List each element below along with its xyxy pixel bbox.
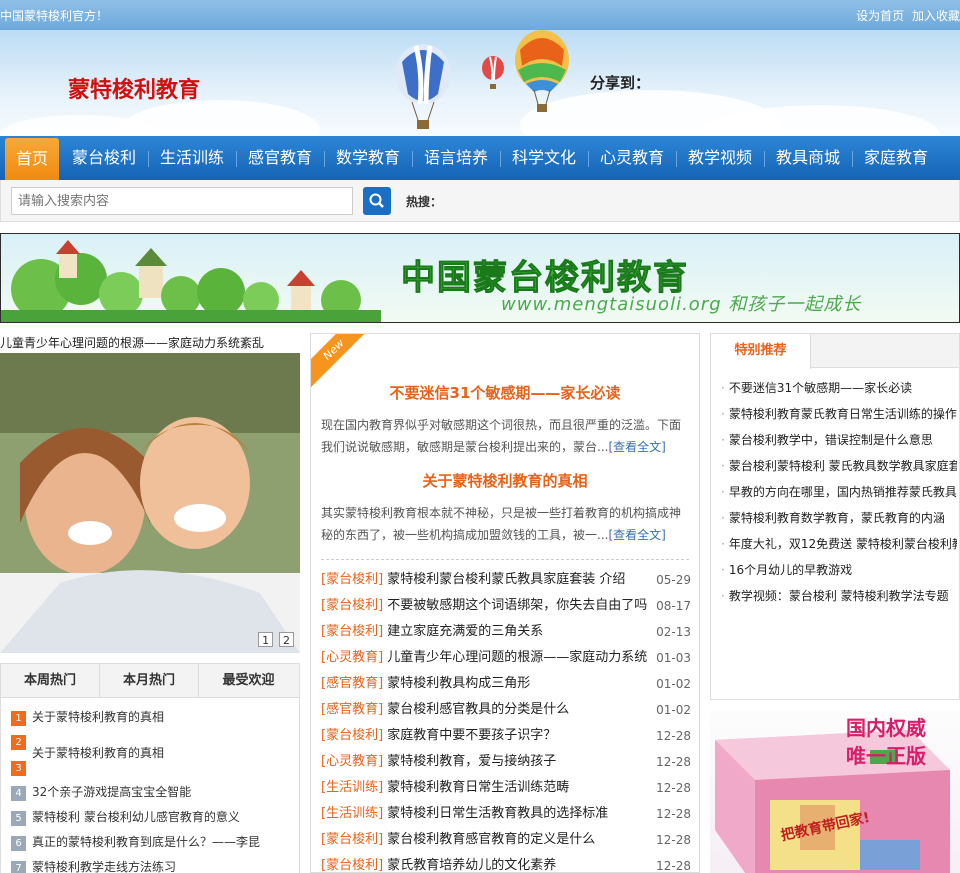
news-row[interactable]: [蒙台梭利] 蒙台梭利教育感官教育的定义是什么 12-28	[321, 827, 691, 853]
list-item[interactable]: · 年度大礼，双12免费送 蒙特梭利蒙台梭利教具	[721, 535, 957, 552]
banner-subtitle: www.mengtaisuoli.org 和孩子一起成长	[501, 294, 862, 315]
promo-banner[interactable]: 中国蒙台梭利教育 www.mengtaisuoli.org 和孩子一起成长	[0, 233, 960, 323]
search-input[interactable]	[11, 187, 353, 215]
nav-item-shop[interactable]: 教具商城	[766, 136, 850, 180]
list-item[interactable]: · 蒙特梭利教育数学教育，蒙氏教育的内涵	[721, 509, 957, 526]
featured-summary-1: 现在国内教育界似乎对敏感期这个词很热，而且很严重的泛滥。下面我们说说敏感期，敏感…	[321, 418, 682, 454]
list-item[interactable]: · 16个月幼儿的早教游戏	[721, 561, 957, 578]
top-links: 设为首页 加入收藏	[852, 7, 960, 24]
slideshow-page-1[interactable]: 1	[258, 632, 274, 647]
featured-column: New 不要迷信31个敏感期——家长必读 现在国内教育界似乎对敏感期这个词很热，…	[310, 333, 700, 873]
tab-most-popular[interactable]: 最受欢迎	[199, 664, 298, 698]
featured-summary-2: 其实蒙特梭利教育根本就不神秘，只是被一些打着教育的机构搞成神秘的东西了，被一些机…	[321, 506, 682, 542]
list-item[interactable]: 5 蒙特梭利 蒙台梭利幼儿感官教育的意义	[11, 808, 240, 826]
list-item[interactable]: · 早教的方向在哪里，国内热销推荐蒙氏教具	[721, 483, 957, 500]
balloon-red-icon	[482, 56, 504, 89]
list-item[interactable]: · 蒙特梭利教育蒙氏教育日常生活训练的操作	[721, 405, 957, 422]
nav-item-language[interactable]: 语言培养	[414, 136, 498, 180]
list-item[interactable]: 1 关于蒙特梭利教育的真相	[11, 708, 164, 726]
recommend-tabs: 特别推荐	[711, 334, 959, 369]
site-tagline: 中国蒙特梭利官方！	[0, 9, 109, 23]
add-favorite-link[interactable]: 加入收藏	[912, 9, 960, 23]
tab-monthly-hot[interactable]: 本月热门	[100, 664, 199, 698]
nav-item-science[interactable]: 科学文化	[502, 136, 586, 180]
nav-item-spiritual[interactable]: 心灵教育	[590, 136, 674, 180]
list-item[interactable]: · 教学视频：蒙台梭利 蒙特梭利教学法专题	[721, 587, 957, 604]
list-item[interactable]: · 蒙台梭利蒙特梭利 蒙氏教具数学教具家庭套装	[721, 457, 957, 474]
list-item[interactable]: 6 真正的蒙特梭利教育到底是什么？——李昆	[11, 833, 260, 851]
news-row[interactable]: [蒙台梭利] 蒙氏教育培养幼儿的文化素养 12-28	[321, 853, 691, 872]
nav-item-montessori[interactable]: 蒙台梭利	[62, 136, 146, 180]
site-logo[interactable]: 蒙特梭利教育	[68, 72, 200, 104]
news-row[interactable]: [心灵教育] 儿童青少年心理问题的根源——家庭动力系统 01-03	[321, 645, 691, 671]
nav-item-home[interactable]: 首页	[5, 138, 59, 180]
balloon-rainbow-icon	[515, 30, 569, 112]
new-ribbon: New	[311, 334, 373, 389]
share-label: 分享到：	[590, 74, 651, 92]
news-row[interactable]: [蒙台梭利] 不要被敏感期这个词语绑架，你失去自由了吗 08-17	[321, 593, 691, 619]
list-item[interactable]: 关于蒙特梭利教育的真相	[11, 744, 164, 761]
main-nav: 首页 蒙台梭利 生活训练 感官教育 数学教育 语言培养 科学文化 心灵教育 教学…	[0, 136, 960, 180]
list-item[interactable]: 4 32个亲子游戏提高宝宝全智能	[11, 783, 191, 801]
nav-item-sensory[interactable]: 感官教育	[238, 136, 322, 180]
hot-search-label: 热搜：	[406, 195, 443, 209]
search-bar: 热搜：	[0, 180, 960, 222]
news-row[interactable]: [生活训练] 蒙特梭利教育日常生活训练范畴 12-28	[321, 775, 691, 801]
top-bar: 中国蒙特梭利官方！ 设为首页 加入收藏	[0, 0, 960, 30]
search-icon	[369, 193, 384, 208]
page: 中国蒙特梭利官方！ 设为首页 加入收藏 蒙特梭利教育 分享到： 首页 蒙台梭利 …	[0, 0, 960, 873]
list-item[interactable]: 7 蒙特梭利教学走线方法练习	[11, 858, 176, 873]
slideshow-page-2[interactable]: 2	[279, 632, 294, 647]
balloon-blue-icon	[395, 44, 451, 129]
news-row[interactable]: [蒙台梭利] 家庭教育中要不要孩子识字？ 12-28	[321, 723, 691, 749]
list-item[interactable]: · 蒙台梭利教学中，错误控制是什么意思	[721, 431, 957, 448]
product-headline-2: 唯一正版	[846, 744, 926, 768]
tab-special-recommend[interactable]: 特别推荐	[711, 334, 811, 369]
featured-title-2[interactable]: 关于蒙特梭利教育的真相	[311, 470, 699, 491]
slideshow-image[interactable]: 1 2	[0, 353, 300, 653]
nav-item-family[interactable]: 家庭教育	[854, 136, 938, 180]
read-more-link[interactable]: [查看全文]	[608, 440, 665, 454]
nav-item-math[interactable]: 数学教育	[326, 136, 410, 180]
news-row[interactable]: [心灵教育] 蒙特梭利教育，爱与接纳孩子 12-28	[321, 749, 691, 775]
children-photo	[0, 353, 300, 653]
news-row[interactable]: [感官教育] 蒙台梭利感官教具的分类是什么 01-02	[321, 697, 691, 723]
nav-item-video[interactable]: 教学视频	[678, 136, 762, 180]
hot-tabs: 本周热门 本月热门 最受欢迎	[1, 664, 299, 698]
tab-weekly-hot[interactable]: 本周热门	[1, 664, 100, 698]
recommend-box: 特别推荐 · 不要迷信31个敏感期——家长必读 · 蒙特梭利教育蒙氏教育日常生活训练…	[710, 333, 960, 700]
read-more-link[interactable]: [查看全文]	[608, 528, 665, 542]
site-header: 蒙特梭利教育 分享到：	[0, 30, 960, 136]
slideshow-pager: 1 2	[256, 632, 294, 647]
slideshow-caption[interactable]: 儿童青少年心理问题的根源——家庭动力系统紊乱	[0, 333, 300, 353]
set-home-link[interactable]: 设为首页	[856, 9, 904, 23]
news-row[interactable]: [蒙台梭利] 蒙特梭利蒙台梭利蒙氏教具家庭套装 介绍 05-29	[321, 567, 691, 593]
hot-articles-box: 本周热门 本月热门 最受欢迎 1 关于蒙特梭利教育的真相 2 关于蒙特梭利教育的真…	[0, 663, 300, 873]
divider	[321, 559, 689, 560]
product-ad[interactable]: 国内权威 唯一正版 把教育带回家!	[710, 710, 960, 873]
list-item[interactable]: 3	[11, 760, 32, 776]
product-headline-1: 国内权威	[846, 716, 926, 740]
news-row[interactable]: [蒙台梭利] 建立家庭充满爱的三角关系 02-13	[321, 619, 691, 645]
news-row[interactable]: [生活训练] 蒙特梭利日常生活教育教具的选择标准 12-28	[321, 801, 691, 827]
news-row[interactable]: [感官教育] 蒙特梭利教具构成三角形 01-02	[321, 671, 691, 697]
featured-title-1[interactable]: 不要迷信31个敏感期——家长必读	[311, 382, 699, 403]
village-illustration	[1, 240, 381, 322]
search-button[interactable]	[363, 187, 391, 215]
nav-item-life-training[interactable]: 生活训练	[150, 136, 234, 180]
list-item[interactable]: · 不要迷信31个敏感期——家长必读	[721, 379, 957, 396]
